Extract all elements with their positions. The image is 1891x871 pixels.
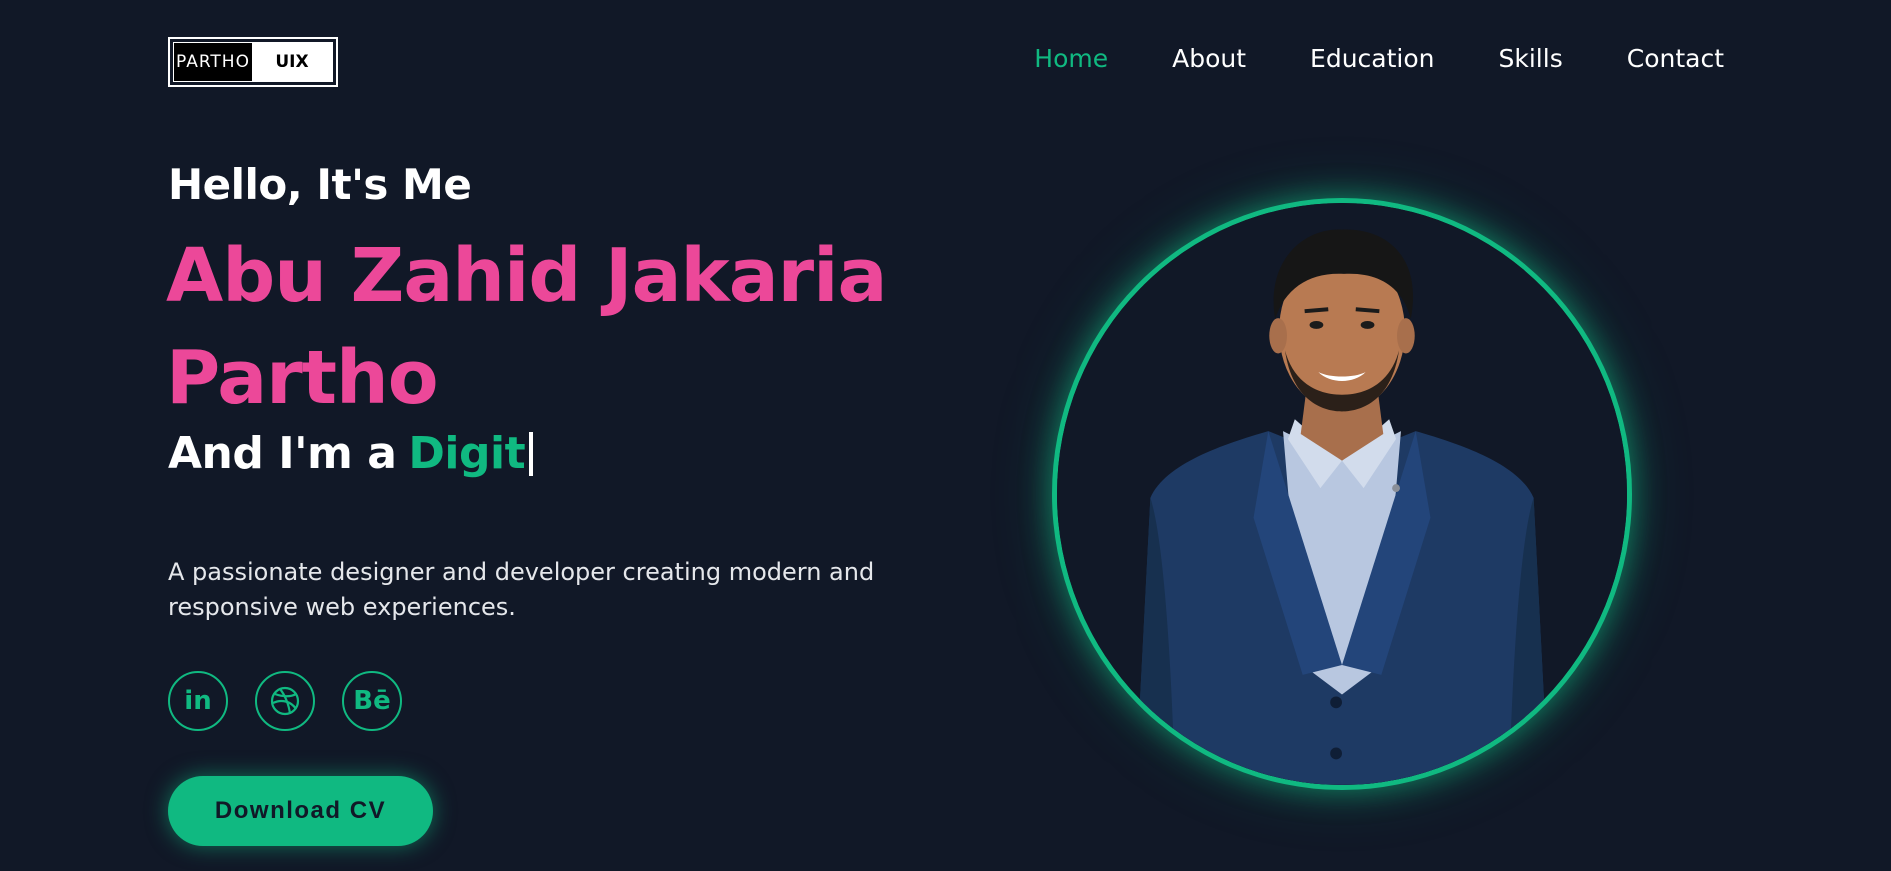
hero-name: Abu Zahid Jakaria Partho [166, 225, 966, 429]
nav-education[interactable]: Education [1310, 42, 1434, 76]
greeting: Hello, It's Me [168, 160, 472, 209]
role-prefix: And I'm a [168, 428, 397, 479]
download-cv-button[interactable]: Download CV [168, 776, 433, 846]
logo-box: PARTHO UIX [173, 42, 333, 82]
hero-name-line-1: Abu Zahid Jakaria [166, 233, 887, 319]
logo-text-right: UIX [275, 52, 309, 72]
behance-link[interactable]: Bē [342, 671, 402, 731]
linkedin-icon: in [184, 686, 212, 716]
nav-home[interactable]: Home [1034, 42, 1108, 76]
hero-description: A passionate designer and developer crea… [168, 558, 875, 621]
linkedin-link[interactable]: in [168, 671, 228, 731]
social-links: in Bē [168, 671, 402, 731]
profile-photo-illustration [1057, 203, 1627, 785]
dribbble-icon [269, 685, 301, 717]
behance-icon: Bē [353, 686, 391, 716]
nav-contact[interactable]: Contact [1627, 42, 1724, 76]
logo-text-left: PARTHO [174, 43, 252, 81]
logo[interactable]: PARTHO UIX [168, 37, 338, 87]
nav-skills[interactable]: Skills [1499, 42, 1563, 76]
hero-name-line-2: Partho [166, 335, 439, 421]
dribbble-link[interactable] [255, 671, 315, 731]
typing-caret [529, 431, 534, 476]
portfolio-page: PARTHO UIX Home About Education Skills C… [0, 0, 1891, 871]
main-nav: Home About Education Skills Contact [970, 42, 1724, 76]
profile-photo [1052, 198, 1632, 790]
role-line: And I'm a Digit [168, 428, 534, 479]
nav-about[interactable]: About [1172, 42, 1246, 76]
role-typed-text: Digit [408, 428, 526, 479]
